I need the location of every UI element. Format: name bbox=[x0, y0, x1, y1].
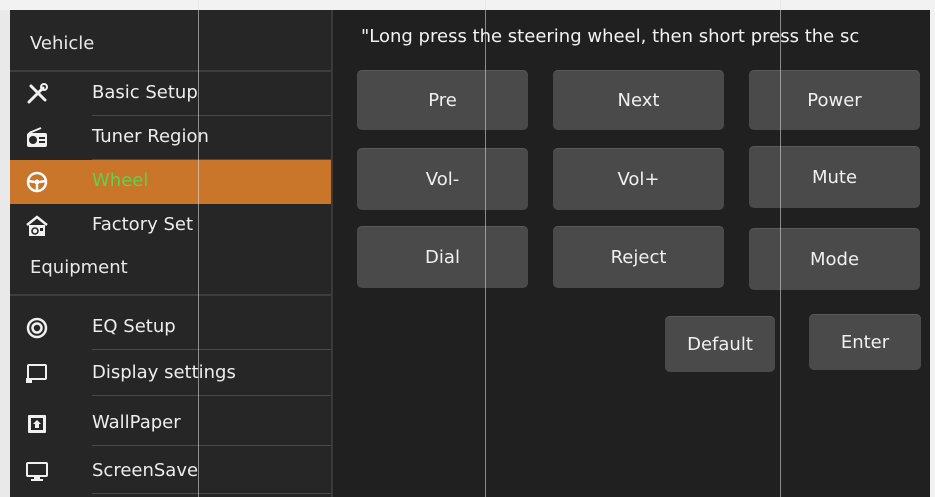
guide-line bbox=[780, 0, 781, 497]
steering-wheel-icon bbox=[24, 169, 50, 195]
sidebar-item-label: Basic Setup bbox=[92, 82, 198, 103]
sidebar-item-label: Tuner Region bbox=[92, 126, 209, 147]
sidebar-item-label: Display settings bbox=[92, 362, 236, 383]
section-divider bbox=[10, 294, 331, 296]
factory-icon bbox=[24, 213, 50, 239]
item-divider bbox=[92, 493, 331, 494]
sidebar-item-tuner-region[interactable]: Tuner Region bbox=[10, 116, 331, 160]
item-divider bbox=[92, 445, 331, 446]
item-divider bbox=[92, 395, 331, 396]
reject-button[interactable]: Reject bbox=[553, 226, 724, 288]
sidebar-item-label: WallPaper bbox=[92, 412, 181, 433]
mute-button[interactable]: Mute bbox=[749, 146, 920, 208]
sidebar-item-basic-setup[interactable]: Basic Setup bbox=[10, 72, 331, 116]
wallpaper-icon bbox=[24, 411, 50, 437]
item-divider bbox=[92, 349, 331, 350]
sidebar-item-wallpaper[interactable]: WallPaper bbox=[10, 402, 331, 446]
sidebar-item-display-settings[interactable]: Display settings bbox=[10, 352, 331, 396]
radio-icon bbox=[24, 125, 50, 151]
sidebar-item-wheel[interactable]: Wheel bbox=[10, 160, 331, 204]
dial-button[interactable]: Dial bbox=[357, 226, 528, 288]
eq-icon bbox=[24, 315, 50, 341]
guide-line bbox=[485, 0, 486, 497]
mode-button[interactable]: Mode bbox=[749, 228, 920, 290]
sidebar-item-eq-setup[interactable]: EQ Setup bbox=[10, 306, 331, 350]
sidebar-item-factory-set[interactable]: Factory Set bbox=[10, 204, 331, 248]
right-border bbox=[930, 0, 935, 497]
vol-up-button[interactable]: Vol+ bbox=[553, 148, 724, 210]
settings-sidebar: Vehicle Basic Setup Tuner Region Wheel F… bbox=[0, 10, 333, 497]
top-border bbox=[0, 0, 935, 10]
section-header-equipment: Equipment bbox=[30, 257, 128, 278]
default-button[interactable]: Default bbox=[665, 316, 775, 372]
vol-down-button[interactable]: Vol- bbox=[357, 148, 528, 210]
next-button[interactable]: Next bbox=[553, 70, 724, 130]
section-header-vehicle: Vehicle bbox=[30, 33, 95, 54]
sidebar-item-label: Wheel bbox=[92, 170, 149, 191]
sidebar-item-screensave[interactable]: ScreenSave bbox=[10, 450, 331, 494]
sidebar-item-label: ScreenSave bbox=[92, 460, 199, 481]
instruction-text: "Long press the steering wheel, then sho… bbox=[361, 26, 860, 47]
monitor-icon bbox=[24, 459, 50, 485]
wheel-settings-panel: "Long press the steering wheel, then sho… bbox=[333, 10, 930, 497]
tools-icon bbox=[24, 81, 50, 107]
sidebar-item-label: Factory Set bbox=[92, 214, 194, 235]
left-border bbox=[0, 10, 10, 497]
enter-button[interactable]: Enter bbox=[809, 314, 921, 370]
pre-button[interactable]: Pre bbox=[357, 70, 528, 130]
app-screen: Vehicle Basic Setup Tuner Region Wheel F… bbox=[0, 0, 935, 497]
display-icon bbox=[24, 361, 50, 387]
guide-line bbox=[198, 0, 199, 497]
power-button[interactable]: Power bbox=[749, 70, 920, 130]
sidebar-item-label: EQ Setup bbox=[92, 316, 176, 337]
